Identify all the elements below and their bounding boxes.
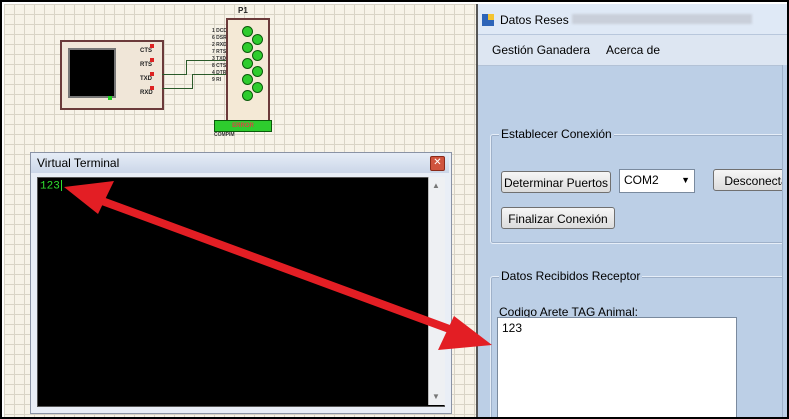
connector-pin xyxy=(242,58,253,69)
determine-ports-button[interactable]: Determinar Puertos xyxy=(501,171,611,193)
terminal-output: 123 xyxy=(40,180,62,193)
chevron-down-icon[interactable]: ▼ xyxy=(681,175,690,185)
group-label: Establecer Conexión xyxy=(499,127,614,141)
tag-code-value: 123 xyxy=(502,321,523,335)
pin-marker xyxy=(150,58,154,62)
virtual-terminal-titlebar[interactable]: Virtual Terminal ✕ xyxy=(31,153,449,173)
menu-gestion-ganadera[interactable]: Gestión Ganadera xyxy=(492,43,590,57)
virtual-terminal-window[interactable]: Virtual Terminal ✕ 123 ▲ ▼ xyxy=(30,152,452,414)
db9-pin-labels: 1 DCD 6 DSR 2 RXD 7 RTS 3 TXD 8 CTS 4 DT… xyxy=(212,28,228,83)
text-cursor xyxy=(60,180,62,191)
received-data-group: Datos Recibidos Receptor Codigo Arete TA… xyxy=(490,269,787,417)
status-led xyxy=(108,96,112,100)
disconnect-button[interactable]: Desconectar xyxy=(713,169,787,191)
menu-bar: Gestión Ganadera Acerca de xyxy=(478,35,787,66)
app-window[interactable]: Datos Reses Gestión Ganadera Acerca de E… xyxy=(478,4,787,417)
pin-label: RTS xyxy=(140,62,152,68)
virtual-terminal-component-screen xyxy=(68,48,116,98)
window-title: Virtual Terminal xyxy=(37,156,120,170)
schematic-canvas: CTS RTS TXD RXD P1 1 DCD 6 DSR 2 RXD 7 R… xyxy=(4,4,476,417)
port-select-value: COM2 xyxy=(624,173,659,187)
db9-connector[interactable] xyxy=(226,18,270,126)
connector-pin xyxy=(242,90,253,101)
app-icon xyxy=(482,14,494,26)
connector-pin xyxy=(252,82,263,93)
screenshot-frame: CTS RTS TXD RXD P1 1 DCD 6 DSR 2 RXD 7 R… xyxy=(0,0,789,419)
wire xyxy=(186,60,187,75)
connector-pin xyxy=(252,34,263,45)
connector-pin xyxy=(252,50,263,61)
pin-label: TXD xyxy=(140,76,152,82)
pin-marker xyxy=(150,86,154,90)
scroll-down-icon[interactable]: ▼ xyxy=(432,392,440,401)
wire xyxy=(162,88,192,89)
connector-pin xyxy=(252,66,263,77)
error-indicator: ERROR xyxy=(214,120,272,132)
connector-pin xyxy=(242,42,253,53)
tag-code-field[interactable]: 123 xyxy=(497,317,737,417)
connector-pin xyxy=(242,74,253,85)
vertical-scrollbar[interactable]: ▲ ▼ xyxy=(428,177,445,405)
pin-label: RXD xyxy=(140,90,153,96)
scroll-up-icon[interactable]: ▲ xyxy=(432,181,440,190)
pin-marker xyxy=(150,72,154,76)
window-title: Datos Reses xyxy=(500,13,569,27)
finish-connection-button[interactable]: Finalizar Conexión xyxy=(501,207,615,229)
connector-pin xyxy=(242,26,253,37)
window-edge xyxy=(782,65,787,417)
blurred-title-region xyxy=(572,14,752,24)
terminal-screen[interactable]: 123 xyxy=(37,177,445,407)
app-titlebar[interactable]: Datos Reses xyxy=(478,4,787,35)
wire xyxy=(162,74,186,75)
port-select[interactable]: COM2 ▼ xyxy=(619,169,695,193)
pin-label: CTS xyxy=(140,48,152,54)
close-icon[interactable]: ✕ xyxy=(430,156,445,171)
pin-marker xyxy=(150,44,154,48)
connector-label: P1 xyxy=(238,6,248,15)
component-label: COMPIM xyxy=(214,132,235,138)
wire xyxy=(192,74,193,89)
virtual-terminal-component[interactable]: CTS RTS TXD RXD xyxy=(60,40,164,110)
connection-group: Establecer Conexión Determinar Puertos C… xyxy=(490,127,787,244)
menu-acerca-de[interactable]: Acerca de xyxy=(606,43,660,57)
group-label: Datos Recibidos Receptor xyxy=(499,269,643,283)
